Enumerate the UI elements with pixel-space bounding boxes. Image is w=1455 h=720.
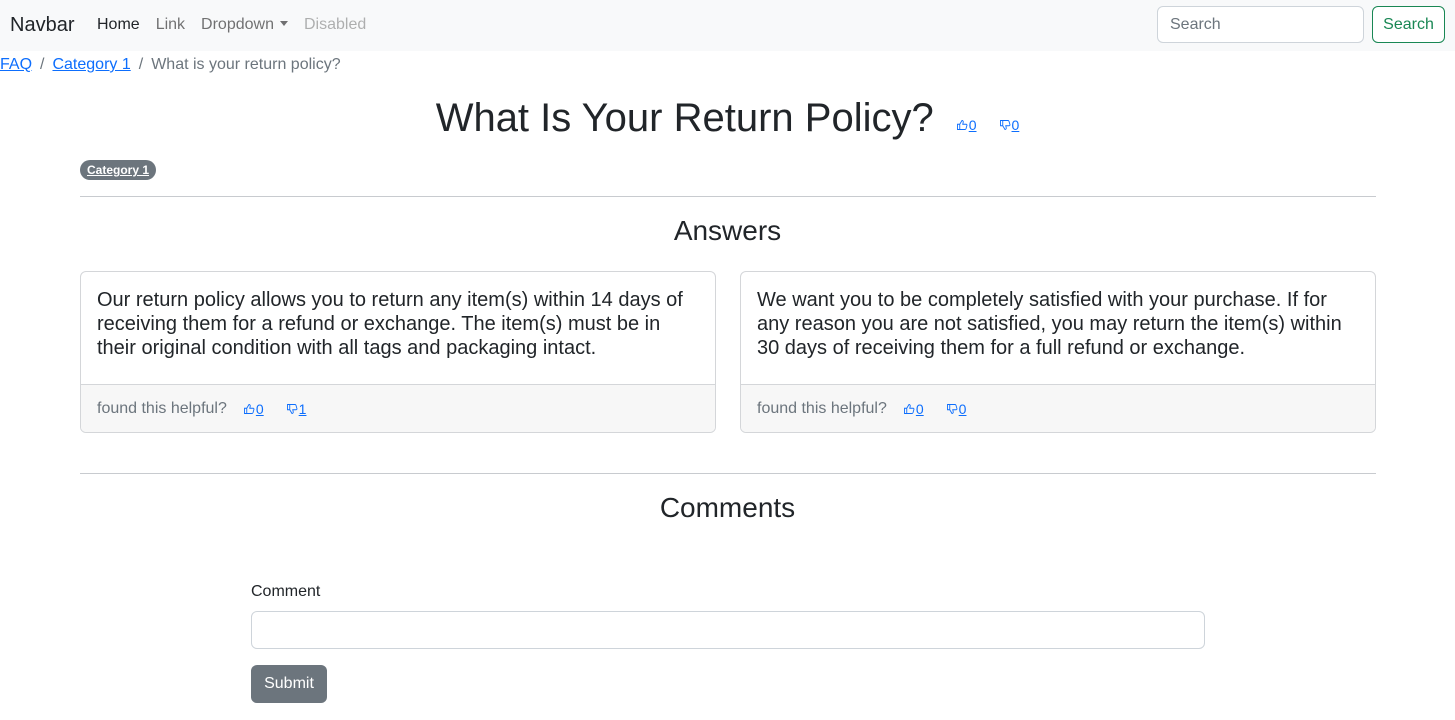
thumbs-down-icon	[999, 120, 1010, 130]
thumbs-up-icon	[956, 120, 968, 130]
breadcrumb: FAQ / Category 1 / What is your return p…	[0, 55, 341, 75]
divider	[80, 196, 1376, 197]
breadcrumb-separator: /	[40, 56, 45, 73]
answer-footer: found this helpful? 0 1	[81, 384, 715, 432]
thumbs-up-icon	[903, 403, 915, 414]
question-downvote-count: 0	[1011, 117, 1020, 133]
nav-link-link[interactable]: Link	[156, 14, 185, 36]
thumbs-down-icon	[946, 403, 958, 414]
comment-input[interactable]	[251, 611, 1205, 649]
caret-down-icon	[279, 21, 288, 26]
answers-heading: Answers	[673, 215, 782, 246]
category-badge[interactable]: Category 1	[80, 160, 157, 180]
answer-card: We want you to be completely satisfied w…	[740, 271, 1376, 433]
thumbs-down-icon	[286, 403, 298, 414]
navbar-brand[interactable]: Navbar	[10, 12, 74, 38]
comments-heading: Comments	[659, 492, 796, 523]
answer-text: We want you to be completely satisfied w…	[757, 289, 1342, 359]
question-upvote-count: 0	[968, 117, 977, 133]
search-button[interactable]: Search	[1372, 6, 1445, 43]
answer-text: Our return policy allows you to return a…	[97, 289, 683, 359]
search-input[interactable]	[1157, 6, 1364, 43]
breadcrumb-current: What is your return policy?	[151, 56, 341, 73]
question-upvote-button[interactable]: 0	[956, 117, 977, 133]
answer-upvote-button[interactable]: 0	[243, 401, 264, 417]
helpful-label: found this helpful?	[757, 399, 887, 417]
nav-dropdown[interactable]: Dropdown	[201, 14, 288, 36]
answer-upvote-count: 0	[915, 400, 924, 417]
nav-dropdown-label: Dropdown	[201, 16, 274, 33]
answer-footer: found this helpful? 0 0	[741, 384, 1375, 432]
page-title: What Is Your Return Policy?	[435, 96, 934, 140]
answer-downvote-button[interactable]: 0	[946, 400, 967, 417]
divider	[80, 473, 1376, 474]
thumbs-up-icon	[243, 403, 255, 414]
helpful-label: found this helpful?	[97, 399, 227, 417]
breadcrumb-separator: /	[138, 56, 144, 73]
submit-button[interactable]: Submit	[251, 665, 327, 703]
question-downvote-button[interactable]: 0	[999, 117, 1020, 133]
answer-downvote-button[interactable]: 1	[286, 400, 307, 417]
answer-upvote-button[interactable]: 0	[903, 401, 924, 417]
question-header: What Is Your Return Policy? 0 0	[0, 94, 1455, 142]
answer-upvote-count: 0	[255, 400, 264, 417]
comment-label: Comment	[251, 583, 321, 600]
nav-link-home[interactable]: Home	[97, 14, 140, 36]
nav-link-disabled: Disabled	[303, 16, 367, 33]
breadcrumb-category[interactable]: Category 1	[52, 55, 130, 75]
nav-links: Home Link Dropdown Disabled	[97, 14, 382, 36]
breadcrumb-faq[interactable]: FAQ	[0, 55, 32, 75]
navbar: Navbar Home Link Dropdown Disabled Searc…	[0, 0, 1455, 51]
answer-downvote-count: 0	[958, 400, 967, 417]
answer-card: Our return policy allows you to return a…	[80, 271, 716, 433]
answer-downvote-count: 1	[298, 400, 307, 417]
